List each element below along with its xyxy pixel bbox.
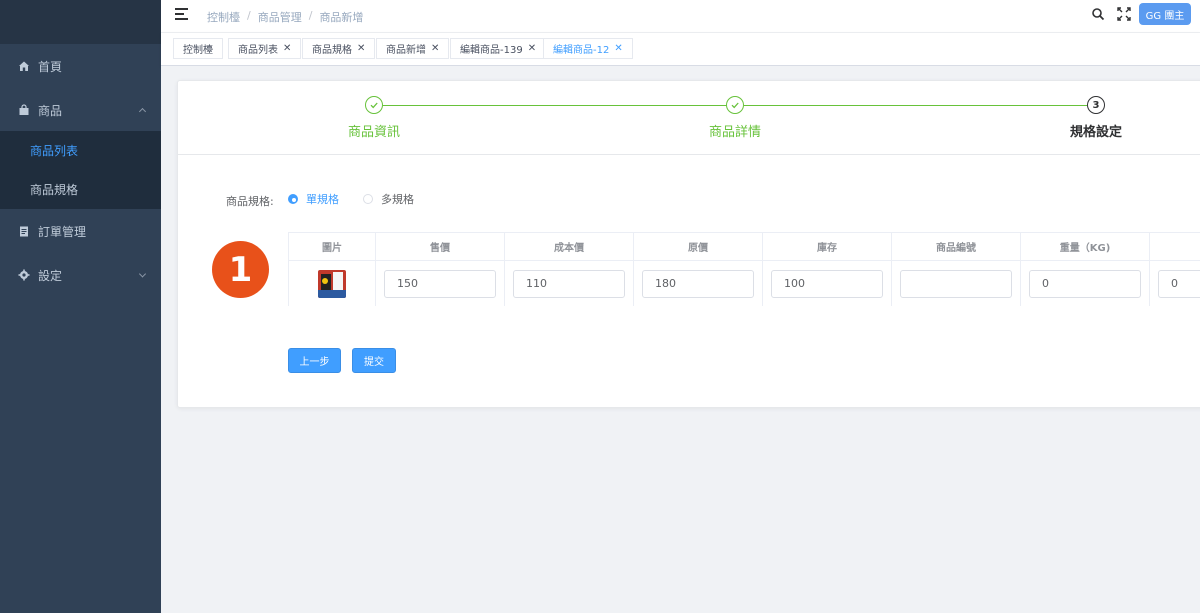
gear-icon [18, 269, 30, 281]
tag-dashboard[interactable]: 控制檯 [173, 38, 223, 59]
sidebar: 首頁 商品 商品列表 商品規格 訂單管理 設定 [0, 0, 161, 613]
step-badge: 1 [212, 241, 269, 298]
chevron-down-icon [138, 270, 147, 278]
shopping-bag-icon [18, 104, 30, 116]
breadcrumb-separator: / [308, 9, 313, 22]
table-cell: 0 [1150, 261, 1200, 306]
step-number: 3 [1087, 96, 1105, 114]
breadcrumb-item[interactable]: 控制檯 [207, 9, 240, 25]
sidebar-item-settings[interactable]: 設定 [0, 253, 161, 297]
table-header-cell: 圖片 [289, 233, 376, 261]
submit-button[interactable]: 提交 [352, 348, 396, 373]
spec-type-label: 商品規格: [226, 195, 274, 208]
home-icon [18, 60, 30, 72]
tags-view-bar: 控制檯 商品列表 ✕ 商品規格 ✕ 商品新增 ✕ 編輯商品-139 ✕ 編輯商品… [161, 33, 1200, 66]
tag-product-list[interactable]: 商品列表 ✕ [228, 38, 302, 59]
step-done-icon [365, 96, 383, 114]
top-navbar: 控制檯 / 商品管理 / 商品新增 GG 團主 [161, 0, 1200, 33]
tag-product-new[interactable]: 商品新增 ✕ [376, 38, 450, 59]
table-header-cell: 原價 [634, 233, 763, 261]
spec-table: 圖片 售價 成本價 原價 庫存 商品編號 重量（KG) 體 150 110 18… [288, 232, 1200, 306]
table-header-cell: 庫存 [763, 233, 892, 261]
stock-input[interactable]: 100 [771, 269, 883, 298]
table-cell [892, 261, 1021, 306]
table-cell: 0 [1021, 261, 1150, 306]
sidebar-item-label: 訂單管理 [38, 224, 87, 239]
tag-label: 控制檯 [183, 45, 213, 56]
step-title: 商品資訊 [347, 125, 401, 140]
fullscreen-icon[interactable] [1117, 7, 1131, 21]
menu-toggle-icon[interactable] [175, 8, 188, 20]
radio-multi-spec[interactable]: 多規格 [363, 191, 414, 207]
product-form-card: 商品資訊 商品詳情 3 規格設定 商品規格: 單規格 多規格 1 圖片 售價 成… [177, 80, 1200, 408]
tag-edit-product-12[interactable]: 編輯商品-12 ✕ [543, 38, 633, 59]
step-connector [744, 105, 1087, 106]
sidebar-item-label: 首頁 [38, 59, 63, 74]
table-cell: 180 [634, 261, 763, 306]
breadcrumb-separator: / [247, 9, 251, 22]
sidebar-item-orders[interactable]: 訂單管理 [0, 209, 161, 253]
sidebar-item-products[interactable]: 商品 [0, 88, 161, 132]
sidebar-item-label: 商品 [38, 103, 63, 118]
close-icon[interactable]: ✕ [528, 43, 536, 54]
table-cell: 100 [763, 261, 892, 306]
search-icon[interactable] [1091, 7, 1105, 21]
prev-step-button[interactable]: 上一步 [288, 348, 341, 373]
cost-price-input[interactable]: 110 [513, 269, 625, 298]
table-header-cell: 售價 [376, 233, 505, 261]
steps-bar: 商品資訊 商品詳情 3 規格設定 [178, 81, 1200, 155]
close-icon[interactable]: ✕ [357, 43, 365, 54]
breadcrumb-item[interactable]: 商品管理 [258, 9, 302, 25]
radio-single-spec[interactable]: 單規格 [288, 191, 339, 207]
table-header-cell: 商品編號 [892, 233, 1021, 261]
sidebar-logo-area [0, 0, 161, 44]
sidebar-item-label: 設定 [38, 268, 63, 283]
table-cell: 150 [376, 261, 505, 306]
submenu-products: 商品列表 商品規格 [0, 131, 161, 209]
user-menu-button[interactable]: GG 團主 [1139, 3, 1191, 25]
tag-label: 商品規格 [312, 45, 352, 56]
breadcrumb-item: 商品新增 [319, 11, 364, 24]
sidebar-item-product-specs[interactable]: 商品規格 [0, 170, 161, 209]
step-title: 商品詳情 [708, 125, 762, 140]
main-content: 商品資訊 商品詳情 3 規格設定 商品規格: 單規格 多規格 1 圖片 售價 成… [161, 66, 1200, 613]
tag-label: 編輯商品-12 [553, 45, 610, 56]
table-cell: 110 [505, 261, 634, 306]
table-header-cell: 成本價 [505, 233, 634, 261]
radio-dot [288, 194, 298, 204]
tag-product-specs[interactable]: 商品規格 ✕ [302, 38, 376, 59]
radio-label: 多規格 [381, 193, 414, 206]
close-icon[interactable]: ✕ [431, 43, 439, 54]
sidebar-item-label: 商品規格 [30, 183, 79, 197]
close-icon[interactable]: ✕ [614, 43, 622, 54]
clipboard-icon [18, 225, 30, 237]
product-thumbnail[interactable] [318, 269, 346, 298]
sidebar-item-label: 商品列表 [30, 144, 79, 158]
tag-label: 編輯商品-139 [460, 45, 523, 56]
tag-label: 商品新增 [386, 45, 426, 56]
table-header-cell: 重量（KG) [1021, 233, 1150, 261]
sidebar-item-home[interactable]: 首頁 [0, 44, 161, 88]
table-cell-image [289, 261, 376, 306]
breadcrumb: 控制檯 / 商品管理 / 商品新增 [207, 9, 363, 25]
chevron-up-icon [138, 107, 147, 116]
step-done-icon [726, 96, 744, 114]
close-icon[interactable]: ✕ [283, 43, 291, 54]
step-connector [383, 105, 735, 106]
tag-edit-product-139[interactable]: 編輯商品-139 ✕ [450, 38, 547, 59]
weight-input[interactable]: 0 [1029, 269, 1141, 298]
radio-dot [363, 194, 373, 204]
product-code-input[interactable] [900, 269, 1012, 298]
tag-label: 商品列表 [238, 45, 278, 56]
original-price-input[interactable]: 180 [642, 269, 754, 298]
step-title: 規格設定 [1069, 125, 1123, 140]
radio-label: 單規格 [306, 193, 339, 206]
price-input[interactable]: 150 [384, 269, 496, 298]
table-header-cell: 體 [1150, 233, 1200, 261]
sidebar-item-product-list[interactable]: 商品列表 [0, 131, 161, 170]
volume-input[interactable]: 0 [1158, 269, 1200, 298]
